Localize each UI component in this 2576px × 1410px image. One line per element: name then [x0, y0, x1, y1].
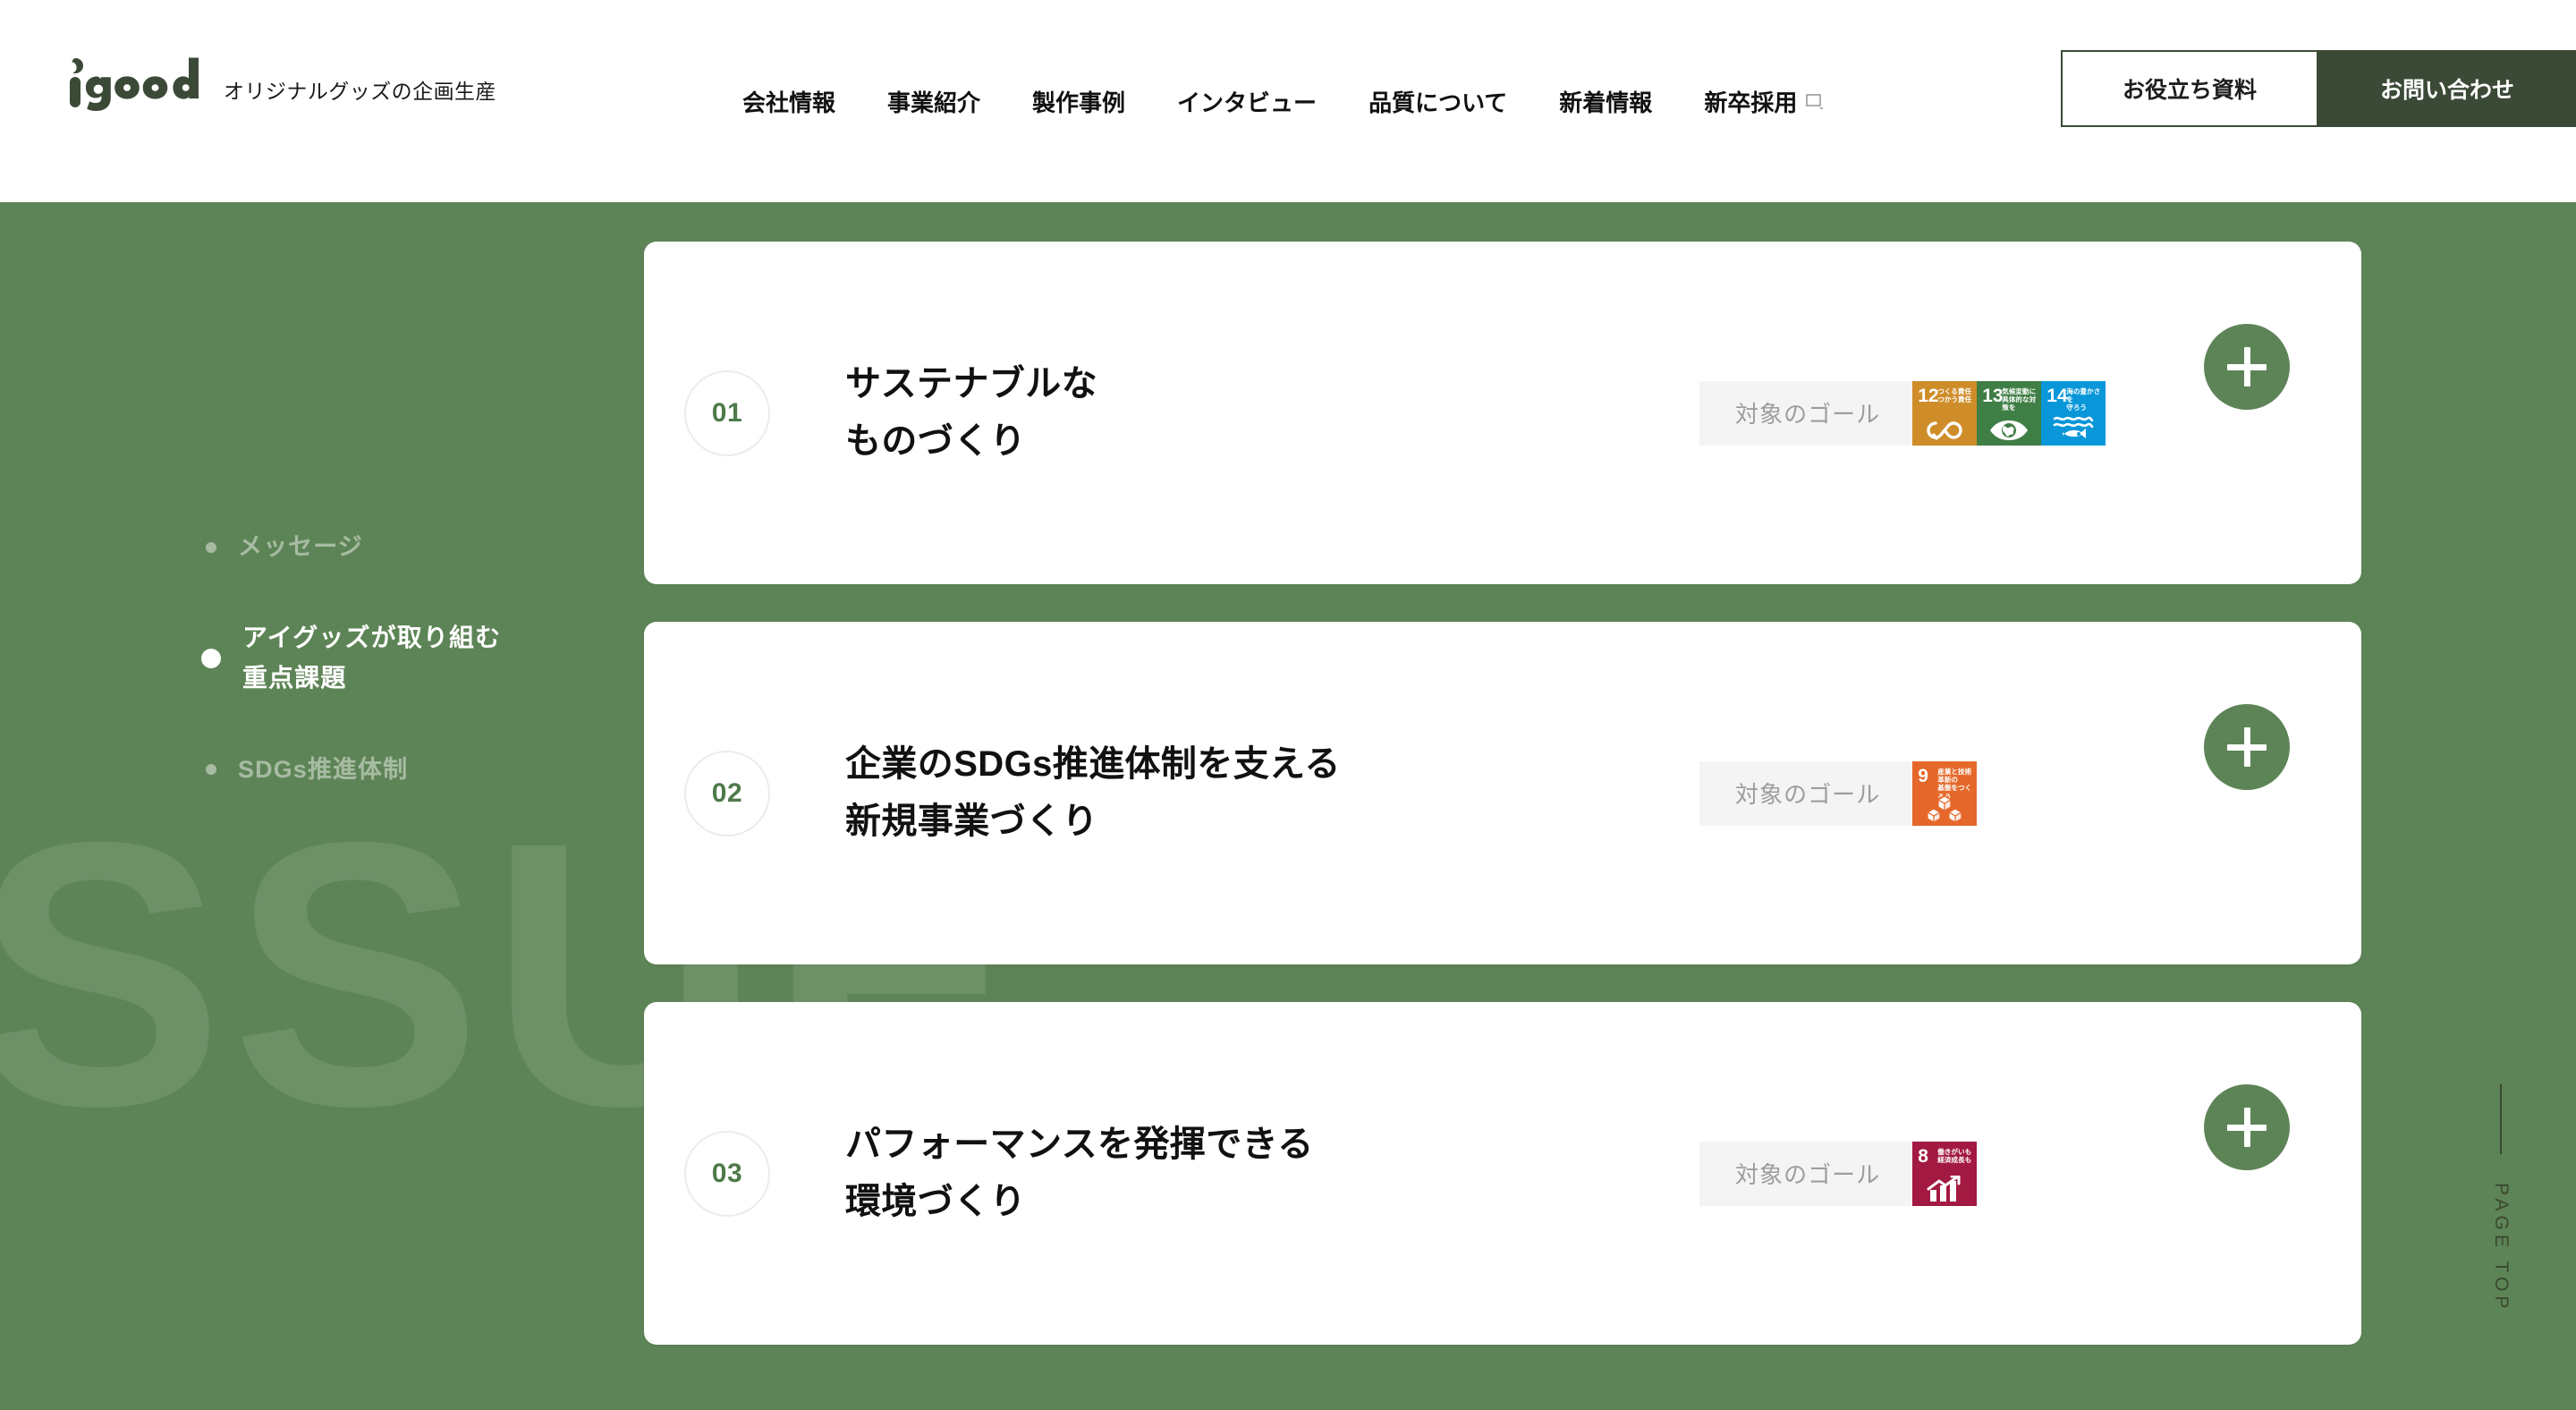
- sdg-number: 12: [1918, 385, 1939, 406]
- site-header: オリジナルグッズの企画生産 会社情報 事業紹介 製作事例 インタビュー 品質につ…: [0, 0, 2576, 202]
- sdg-goal-14-icon[interactable]: 14 海の豊かさを 守ろう: [2041, 380, 2106, 446]
- nav-label: 新卒採用: [1704, 89, 1798, 116]
- infinity-glyph-icon: [1912, 419, 1977, 442]
- sdg-number: 9: [1918, 765, 1928, 786]
- sdg-text: 気候変動に 具体的な対策を: [2002, 386, 2037, 412]
- sidebar-item-label: メッセージ: [238, 533, 363, 560]
- sdg-number: 14: [2046, 385, 2068, 406]
- logo-tagline: オリジナルグッズの企画生産: [224, 79, 496, 103]
- nav-item-interview[interactable]: インタビュー: [1177, 85, 1317, 118]
- sdg-text: 働きがいも 経済成長も: [1937, 1147, 1972, 1164]
- target-goals-label: 対象のゴール: [1699, 760, 1913, 826]
- nav-item-business[interactable]: 事業紹介: [887, 85, 980, 118]
- external-link-icon: [1806, 88, 1824, 115]
- nav-item-works[interactable]: 製作事例: [1032, 85, 1125, 118]
- cubes-glyph-icon: [1912, 794, 1977, 822]
- expand-card-button[interactable]: [2204, 704, 2290, 790]
- expand-card-button[interactable]: [2204, 324, 2290, 410]
- nav-item-company[interactable]: 会社情報: [742, 85, 835, 118]
- card-title: 企業のSDGs推進体制を支える 新規事業づくり: [845, 743, 1341, 842]
- nav-label: インタビュー: [1177, 89, 1318, 116]
- sdg-number: 13: [1982, 385, 2004, 406]
- sidebar-item-sdgs-system[interactable]: SDGs推進体制: [206, 751, 501, 789]
- nav-label: 事業紹介: [887, 89, 981, 116]
- sdg-goal-8-icon[interactable]: 8 働きがいも 経済成長も: [1912, 1141, 1978, 1206]
- igoods-logo-icon: [66, 55, 199, 115]
- bullet-icon: [206, 764, 216, 776]
- sdg-text: 海の豊かさを 守ろう: [2066, 386, 2101, 412]
- card-title: パフォーマンスを発揮できる 環境づくり: [845, 1124, 1314, 1222]
- sdg-number: 8: [1918, 1145, 1928, 1167]
- target-goals-label: 対象のゴール: [1699, 380, 1913, 446]
- sidebar-item-label: アイグッズが取り組む 重点課題: [242, 624, 502, 692]
- bullet-icon: [206, 541, 216, 553]
- eye-earth-glyph-icon: [1977, 419, 2041, 442]
- target-goals-label: 対象のゴール: [1699, 1141, 1913, 1206]
- sdg-goal-12-icon[interactable]: 12 つくる責任 つかう責任: [1912, 380, 1978, 446]
- nav-label: 新着情報: [1559, 89, 1653, 116]
- nav-label: 会社情報: [742, 89, 836, 116]
- sdg-goal-9-icon[interactable]: 9 産業と技術革新の 基盤をつくろう: [1912, 760, 1978, 826]
- target-goals-group: 対象のゴール 12 つくる責任 つかう責任 13 気候変動に 具体的な対策を 1…: [1699, 380, 2106, 446]
- issue-card[interactable]: 02 企業のSDGs推進体制を支える 新規事業づくり 対象のゴール 9 産業と技…: [644, 622, 2361, 964]
- sidebar-item-label: SDGs推進体制: [238, 755, 409, 783]
- logo-area[interactable]: オリジナルグッズの企画生産: [66, 55, 496, 115]
- nav-label: 製作事例: [1032, 89, 1126, 116]
- main-navigation: 会社情報 事業紹介 製作事例 インタビュー 品質について 新着情報 新卒採用: [742, 85, 1824, 118]
- card-number: 01: [684, 369, 770, 456]
- section-sidebar-nav: メッセージ アイグッズが取り組む 重点課題 SDGs推進体制: [201, 528, 502, 789]
- card-number: 02: [684, 750, 770, 837]
- sdg-icon-row: 12 つくる責任 つかう責任 13 気候変動に 具体的な対策を 14 海の豊かさ…: [1912, 380, 2106, 446]
- page-top-line: [2500, 1084, 2502, 1154]
- sidebar-item-key-issues[interactable]: アイグッズが取り組む 重点課題: [201, 618, 502, 699]
- card-title: サステナブルな ものづくり: [845, 363, 1097, 462]
- growth-chart-glyph-icon: [1912, 1175, 1977, 1202]
- fish-waves-glyph-icon: [2041, 415, 2106, 442]
- page-top-button[interactable]: PAGE TOP: [2490, 1084, 2512, 1312]
- sdg-icon-row: 8 働きがいも 経済成長も: [1912, 1141, 1978, 1206]
- issue-card-list: 01 サステナブルな ものづくり 対象のゴール 12 つくる責任 つかう責任 1…: [644, 242, 2361, 1345]
- nav-item-recruit[interactable]: 新卒採用: [1704, 85, 1824, 118]
- page-top-label: PAGE TOP: [2491, 1183, 2512, 1313]
- sdg-text: つくる責任 つかう責任: [1937, 386, 1972, 403]
- target-goals-group: 対象のゴール 9 産業と技術革新の 基盤をつくろう: [1699, 760, 1978, 826]
- header-actions: お役立ち資料 お問い合わせ: [2061, 50, 2576, 127]
- nav-item-quality[interactable]: 品質について: [1368, 85, 1507, 118]
- sdg-icon-row: 9 産業と技術革新の 基盤をつくろう: [1912, 760, 1978, 826]
- nav-label: 品質について: [1368, 89, 1508, 116]
- sdg-goal-13-icon[interactable]: 13 気候変動に 具体的な対策を: [1977, 380, 2042, 446]
- contact-button[interactable]: お問い合わせ: [2318, 50, 2576, 127]
- bullet-icon-active: [201, 648, 221, 668]
- issue-card[interactable]: 03 パフォーマンスを発揮できる 環境づくり 対象のゴール 8 働きがいも 経済…: [644, 1002, 2361, 1345]
- issue-card[interactable]: 01 サステナブルな ものづくり 対象のゴール 12 つくる責任 つかう責任 1…: [644, 242, 2361, 584]
- sidebar-item-message[interactable]: メッセージ: [206, 528, 501, 566]
- documents-button[interactable]: お役立ち資料: [2061, 50, 2318, 127]
- expand-card-button[interactable]: [2204, 1084, 2290, 1170]
- card-number: 03: [684, 1130, 770, 1217]
- nav-item-news[interactable]: 新着情報: [1559, 85, 1652, 118]
- target-goals-group: 対象のゴール 8 働きがいも 経済成長も: [1699, 1141, 1978, 1206]
